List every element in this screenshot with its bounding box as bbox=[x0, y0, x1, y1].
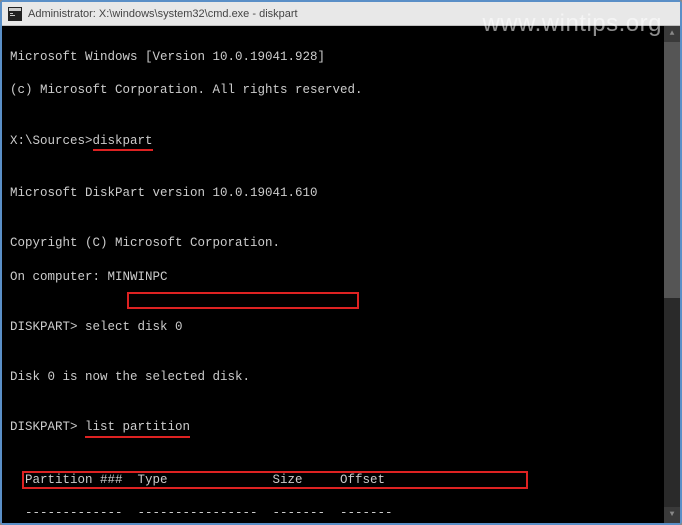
window-title: Administrator: X:\windows\system32\cmd.e… bbox=[28, 8, 298, 20]
console-area[interactable]: Microsoft Windows [Version 10.0.19041.92… bbox=[2, 26, 680, 523]
scroll-down-button[interactable]: ▼ bbox=[664, 507, 680, 523]
output-line: Microsoft DiskPart version 10.0.19041.61… bbox=[10, 185, 672, 202]
prompt: DISKPART> bbox=[10, 420, 85, 434]
scroll-track[interactable] bbox=[664, 42, 680, 507]
partition-divider: ------------- ---------------- ------- -… bbox=[10, 505, 672, 522]
output-line: Microsoft Windows [Version 10.0.19041.92… bbox=[10, 49, 672, 66]
output-line: Copyright (C) Microsoft Corporation. bbox=[10, 235, 672, 252]
cmd-icon bbox=[8, 7, 22, 21]
prompt: X:\Sources> bbox=[10, 134, 93, 148]
highlight-partition-1 bbox=[127, 292, 359, 309]
vertical-scrollbar[interactable]: ▲ ▼ bbox=[664, 26, 680, 523]
output-line: On computer: MINWINPC bbox=[10, 269, 672, 286]
output-line: (c) Microsoft Corporation. All rights re… bbox=[10, 82, 672, 99]
window-titlebar: Administrator: X:\windows\system32\cmd.e… bbox=[2, 2, 680, 26]
cmd-diskpart: diskpart bbox=[93, 133, 153, 152]
partition-header: Partition ### Type Size Offset bbox=[10, 472, 672, 489]
command-line: DISKPART> list partition bbox=[10, 419, 672, 438]
prompt: DISKPART> bbox=[10, 320, 85, 334]
command-line: X:\Sources>diskpart bbox=[10, 133, 672, 152]
cmd-select-disk: select disk 0 bbox=[85, 320, 183, 334]
output-line: Disk 0 is now the selected disk. bbox=[10, 369, 672, 386]
command-line: DISKPART> select disk 0 bbox=[10, 319, 672, 336]
cmd-list-partition: list partition bbox=[85, 419, 190, 438]
scroll-up-button[interactable]: ▲ bbox=[664, 26, 680, 42]
scroll-thumb[interactable] bbox=[664, 42, 680, 298]
